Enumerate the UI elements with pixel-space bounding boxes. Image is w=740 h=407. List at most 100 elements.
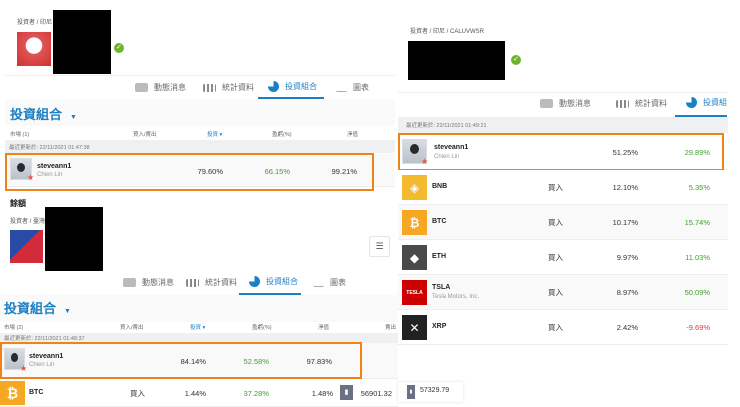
tab-portfolio[interactable]: 投資組合: [268, 81, 317, 92]
gain: -9.69%: [686, 323, 710, 332]
table-row-asset[interactable]: ✕ XRP 買入 2.42% -9.69%: [398, 310, 728, 345]
xrp-icon: ✕: [402, 315, 427, 340]
symbol[interactable]: BTC: [432, 218, 446, 225]
portfolio-dropdown[interactable]: 投資組合 ▼: [10, 104, 77, 123]
col-gain[interactable]: 盈虧(%): [252, 323, 272, 331]
tab-label: 投資組合: [285, 82, 317, 91]
feed-icon: [540, 99, 553, 108]
table-row-btc[interactable]: ₿ BTC 買入 1.44% 37.28% 1.48% ▮ 56901.32: [0, 380, 398, 407]
table-row-asset[interactable]: ₿ BTC 買入 10.17% 15.74%: [398, 205, 728, 240]
redacted-name: [53, 10, 111, 74]
pie-chart-icon: [686, 97, 697, 108]
heading-label: 投資組合: [10, 107, 63, 122]
tab-chart[interactable]: 圖表: [336, 82, 369, 93]
caret-down-icon: ▼: [64, 308, 71, 315]
col-sell[interactable]: 賣出: [385, 323, 396, 331]
gain: 37.28%: [243, 389, 269, 398]
tab-feed[interactable]: 動態消息: [540, 98, 591, 109]
right-portfolio-panel: 投資者 / 印尼 / CALUVWSR ✓ 動態消息 統計資料 投資組 最近更新…: [398, 0, 740, 346]
section-title: 餘額: [10, 199, 26, 208]
buy-button[interactable]: ▮: [407, 385, 415, 399]
invested: 8.97%: [616, 288, 638, 297]
top-left-portfolio-panel: 投資者 / 印尼 ✓ 動態消息 統計資料 投資組合 圖表 投資組合 ▼ 市場 (1…: [0, 0, 396, 195]
asset-name: Tesla Motors, Inc.: [432, 294, 480, 300]
tab-label: 動態消息: [154, 83, 186, 92]
col-value[interactable]: 淨值: [318, 323, 329, 331]
gain: 15.74%: [684, 218, 710, 227]
tab-stats[interactable]: 統計資料: [203, 82, 254, 93]
tab-feed[interactable]: 動態消息: [123, 277, 174, 288]
col-invested[interactable]: 投資 ▾: [190, 323, 205, 331]
feed-icon: [135, 83, 148, 92]
bitcoin-icon: ₿: [0, 381, 25, 405]
col-value[interactable]: 淨值: [347, 130, 358, 138]
col-buy-sell[interactable]: 買入/賣出: [133, 130, 157, 138]
action: 買入: [548, 218, 563, 227]
table-row-asset[interactable]: ◈ BNB 買入 12.10% 5.35%: [398, 170, 728, 205]
buy-price-cell[interactable]: ▮ 57329.79: [398, 382, 463, 402]
highlight-box: [5, 153, 374, 191]
gain: 50.09%: [684, 288, 710, 297]
tab-stats[interactable]: 統計資料: [186, 277, 237, 288]
table-row-asset[interactable]: TESLA TSLA Tesla Motors, Inc. 買入 8.97% 5…: [398, 275, 728, 310]
ethereum-icon: ◆: [402, 245, 427, 270]
avatar: [10, 230, 43, 263]
verified-icon: ✓: [511, 55, 521, 65]
symbol[interactable]: XRP: [432, 323, 446, 330]
symbol[interactable]: ETH: [432, 253, 446, 260]
symbol[interactable]: TSLA: [432, 284, 450, 291]
tesla-icon: TESLA: [402, 280, 427, 305]
tab-chart[interactable]: 圖表: [313, 277, 346, 288]
redacted-name: [45, 207, 103, 271]
tab-portfolio[interactable]: 投資組: [686, 97, 727, 108]
col-invested[interactable]: 投資 ▾: [207, 130, 222, 138]
feed-icon: [123, 278, 136, 287]
heading-label: 投資組合: [4, 301, 57, 316]
gain: 11.03%: [685, 253, 710, 262]
bar-chart-icon: [186, 278, 199, 287]
bottom-left-portfolio-panel: 餘額 投資者 / 臺灣 ☰ 動態消息 統計資料 投資組合 圖表 投資組合 ▼ 市場…: [0, 195, 398, 407]
invested: 10.17%: [612, 218, 638, 227]
table-row-asset[interactable]: ◆ ETH 買入 9.97% 11.03%: [398, 240, 728, 275]
pie-chart-icon: [268, 81, 279, 92]
avatar: [17, 32, 51, 66]
action: 買入: [548, 288, 563, 297]
col-gain[interactable]: 盈虧(%): [272, 130, 292, 138]
caret-down-icon: ▼: [70, 114, 77, 121]
col-market[interactable]: 市場 (1): [10, 130, 29, 138]
line-chart-icon: [313, 278, 324, 287]
action: 買入: [130, 389, 145, 398]
bar-chart-icon: [203, 83, 216, 92]
invested: 2.42%: [616, 323, 638, 332]
symbol[interactable]: BNB: [432, 183, 447, 190]
tab-feed[interactable]: 動態消息: [135, 82, 186, 93]
value: 1.48%: [311, 389, 333, 398]
symbol[interactable]: BTC: [29, 389, 43, 396]
tab-stats[interactable]: 統計資料: [616, 98, 667, 109]
highlight-box: [398, 133, 724, 171]
col-buy-sell[interactable]: 買入/賣出: [120, 323, 144, 331]
tab-label: 投資組合: [266, 277, 298, 286]
sell-price: 56901.32: [360, 389, 392, 398]
tab-label: 動態消息: [559, 99, 591, 108]
tab-portfolio[interactable]: 投資組合: [249, 276, 298, 287]
tab-label: 統計資料: [205, 278, 237, 287]
gain: 5.35%: [688, 183, 710, 192]
tab-label: 投資組: [703, 98, 727, 107]
invested: 1.44%: [184, 389, 206, 398]
buy-price: 57329.79: [420, 387, 450, 394]
tab-label: 動態消息: [142, 278, 174, 287]
last-updated: 最近更新於: 22/11/2021 01:49:21: [398, 117, 728, 133]
tab-label: 圖表: [353, 83, 369, 92]
last-updated: 最近更新於: 22/11/2021 01:47:38: [5, 140, 395, 153]
pie-chart-icon: [249, 276, 260, 287]
portfolio-dropdown[interactable]: 投資組合 ▼: [4, 298, 71, 317]
bnb-icon: ◈: [402, 175, 427, 200]
breadcrumb: 投資者 / 印尼: [17, 20, 53, 26]
bitcoin-icon: ₿: [402, 210, 427, 235]
col-market[interactable]: 市場 (2): [4, 323, 23, 331]
invested: 9.97%: [616, 253, 638, 262]
redacted-name: [408, 41, 505, 80]
bar-chart-icon: [616, 99, 629, 108]
list-check-icon[interactable]: ☰: [369, 236, 390, 257]
